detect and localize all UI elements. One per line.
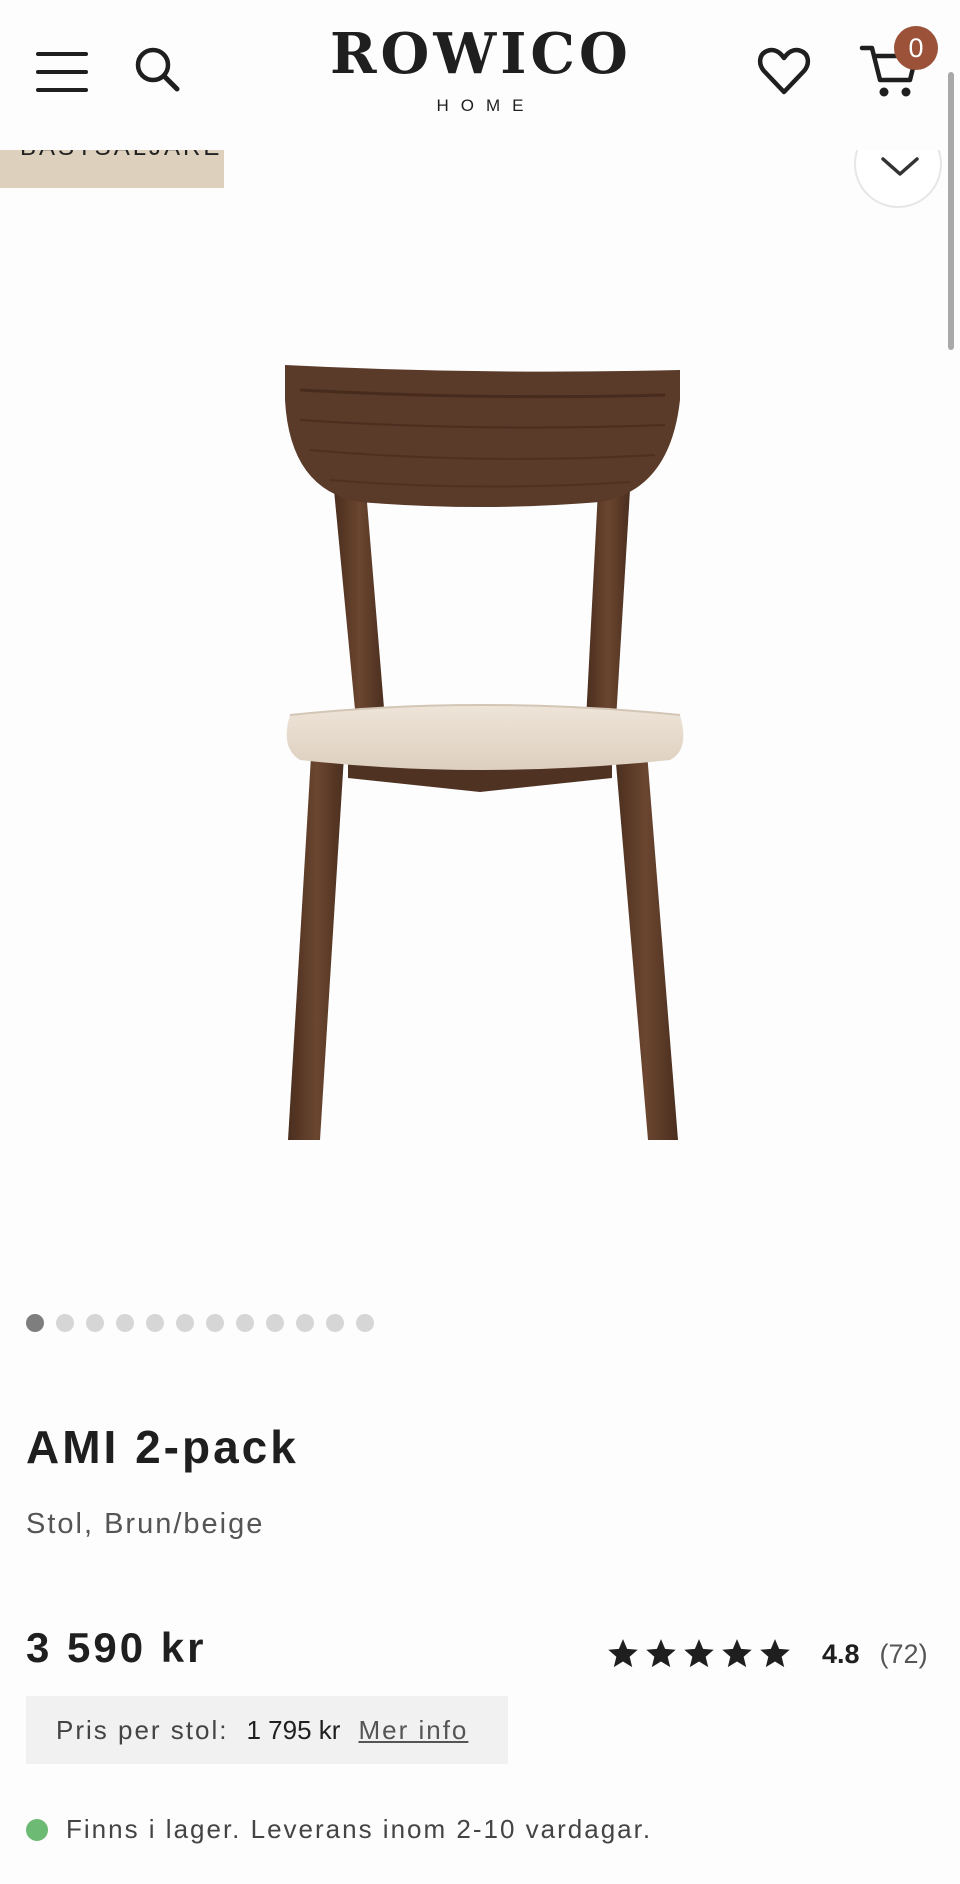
gallery-dot[interactable] (296, 1314, 314, 1332)
menu-icon[interactable] (34, 48, 90, 96)
gallery-dot[interactable] (236, 1314, 254, 1332)
heart-icon-graphic (757, 47, 811, 95)
product-price: 3 590 kr (26, 1624, 207, 1671)
gallery-dot[interactable] (356, 1314, 374, 1332)
gallery-dot[interactable] (116, 1314, 134, 1332)
stock-text: Finns i lager. Leverans inom 2-10 vardag… (66, 1814, 653, 1844)
star-icon (760, 1639, 790, 1668)
stock-status: Finns i lager. Leverans inom 2-10 vardag… (26, 1814, 652, 1845)
product-subtitle: Stol, Brun/beige (26, 1508, 265, 1540)
gallery-pagination (26, 1314, 374, 1332)
site-logo[interactable]: ROWICO HOME (330, 20, 630, 116)
chevron-down-icon (881, 157, 919, 176)
star-icon (722, 1639, 752, 1668)
menu-line (36, 52, 88, 56)
star-icon (646, 1639, 676, 1668)
in-stock-indicator (26, 1818, 48, 1841)
logo-wordmark: ROWICO (330, 21, 632, 87)
gallery-dot[interactable] (26, 1314, 44, 1332)
product-image[interactable] (0, 150, 960, 1250)
scrollbar[interactable] (948, 72, 954, 350)
chair-illustration (285, 365, 684, 1140)
gallery-dot[interactable] (56, 1314, 74, 1332)
gallery-dot[interactable] (266, 1314, 284, 1332)
menu-line (36, 88, 88, 92)
rating-count: (72) (879, 1638, 928, 1669)
unit-price-label: Pris per stol: (56, 1714, 229, 1745)
logo-subtitle: HOME (436, 96, 536, 115)
more-info-link[interactable]: Mer info (358, 1715, 468, 1746)
gallery-dot[interactable] (146, 1314, 164, 1332)
heart-icon[interactable] (756, 44, 812, 100)
menu-line (36, 70, 88, 74)
search-icon[interactable] (132, 44, 184, 96)
star-icon (608, 1639, 638, 1668)
product-title: AMI 2-pack (26, 1421, 299, 1473)
site-header: ROWICO HOME (0, 0, 960, 150)
product-rating[interactable]: 4.8 (72) (606, 1632, 928, 1676)
gallery-dot[interactable] (176, 1314, 194, 1332)
cart-count-badge[interactable]: 0 (894, 26, 938, 70)
rating-value: 4.8 (822, 1638, 860, 1669)
gallery-dot[interactable] (86, 1314, 104, 1332)
unit-price-box: Pris per stol: 1 795 kr Mer info (26, 1696, 508, 1764)
search-icon-graphic (135, 47, 180, 92)
gallery-dot[interactable] (206, 1314, 224, 1332)
star-icon (684, 1639, 714, 1668)
rating-stars (606, 1637, 792, 1671)
unit-price-value: 1 795 kr (246, 1714, 341, 1745)
gallery-dot[interactable] (326, 1314, 344, 1332)
